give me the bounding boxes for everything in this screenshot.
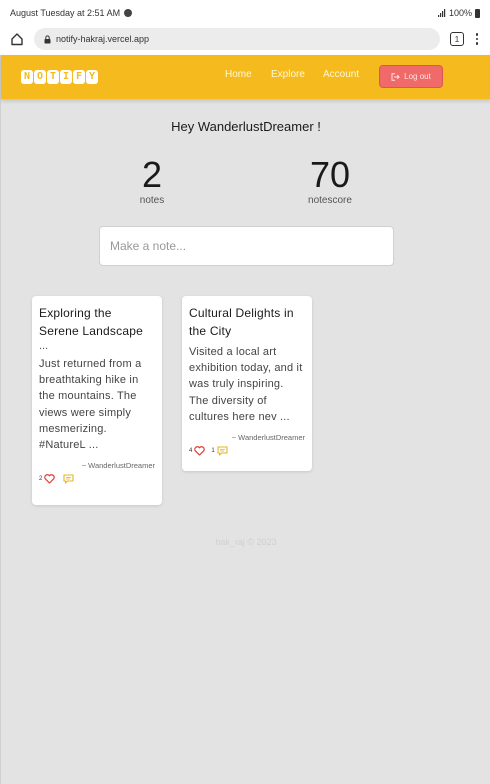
note-actions: 4 1 bbox=[189, 446, 305, 456]
notes-stat: 2 notes bbox=[127, 155, 177, 207]
navbar: N O T I F Y Home Explore Account Log out bbox=[1, 55, 490, 99]
note-body: Visited a local art exhibition today, an… bbox=[189, 346, 303, 423]
home-icon[interactable] bbox=[8, 30, 26, 48]
note-card[interactable]: Exploring the Serene Landscape ... Just … bbox=[32, 296, 162, 505]
logo-letter: O bbox=[34, 70, 46, 84]
note-card[interactable]: Cultural Delights in the City Visited a … bbox=[182, 296, 312, 471]
note-title: Cultural Delights in the City bbox=[189, 306, 294, 338]
nav-account-link[interactable]: Account bbox=[323, 69, 359, 80]
logo-letter: T bbox=[47, 70, 59, 84]
logout-label: Log out bbox=[404, 72, 431, 81]
greeting: Hey WanderlustDreamer ! bbox=[171, 119, 321, 134]
notescore-label: notescore bbox=[308, 195, 352, 206]
notes-count: 2 bbox=[141, 154, 163, 195]
url-text: notify-hakraj.vercel.app bbox=[56, 34, 150, 44]
logout-button[interactable]: Log out bbox=[379, 65, 443, 88]
note-author: ~ WanderlustDreamer bbox=[81, 461, 155, 471]
like-count: 2 bbox=[39, 476, 43, 483]
like-count: 4 bbox=[189, 448, 193, 455]
status-right: 100% bbox=[437, 8, 480, 18]
note-title-ellipsis: ... bbox=[39, 340, 49, 352]
status-left: August Tuesday at 2:51 AM bbox=[10, 8, 133, 18]
footer-credit: hak_raj © 2023 bbox=[215, 537, 277, 547]
heart-icon[interactable] bbox=[44, 474, 56, 484]
battery-level: 100% bbox=[448, 8, 472, 18]
page: N O T I F Y Home Explore Account Log out… bbox=[0, 55, 490, 784]
note-body: Just returned from a breathtaking hike i… bbox=[39, 358, 142, 452]
browser-menu-icon[interactable] bbox=[472, 33, 482, 45]
logo-letter: Y bbox=[86, 70, 98, 84]
status-bar: August Tuesday at 2:51 AM 100% bbox=[0, 0, 490, 26]
lock-icon bbox=[44, 34, 51, 44]
signal-icon bbox=[437, 9, 446, 17]
comment-icon[interactable] bbox=[63, 474, 74, 484]
address-bar: notify-hakraj.vercel.app 1 bbox=[0, 26, 490, 52]
notification-icon bbox=[124, 9, 133, 17]
comment-icon[interactable] bbox=[217, 446, 228, 456]
logout-icon bbox=[391, 72, 400, 81]
heart-icon[interactable] bbox=[194, 446, 206, 456]
logo-letter: N bbox=[21, 70, 33, 84]
tab-switcher-button[interactable]: 1 bbox=[450, 32, 464, 46]
logo[interactable]: N O T I F Y bbox=[21, 70, 98, 84]
nav-explore-link[interactable]: Explore bbox=[271, 69, 305, 80]
make-note-input[interactable] bbox=[99, 226, 394, 266]
note-actions: 2 bbox=[39, 474, 155, 484]
nav-home-link[interactable]: Home bbox=[225, 69, 252, 80]
notescore-value: 70 bbox=[309, 154, 351, 195]
note-title: Exploring the Serene Landscape bbox=[39, 306, 143, 338]
note-author: ~ WanderlustDreamer bbox=[231, 433, 305, 443]
logo-letter: F bbox=[73, 70, 85, 84]
logo-letter: I bbox=[60, 70, 72, 84]
notes-label: notes bbox=[139, 195, 165, 206]
comment-count: 1 bbox=[211, 448, 215, 455]
battery-icon bbox=[475, 8, 480, 18]
status-time: August Tuesday at 2:51 AM bbox=[10, 8, 121, 18]
url-field[interactable]: notify-hakraj.vercel.app bbox=[34, 28, 440, 50]
notescore-stat: 70 notescore bbox=[300, 155, 360, 207]
